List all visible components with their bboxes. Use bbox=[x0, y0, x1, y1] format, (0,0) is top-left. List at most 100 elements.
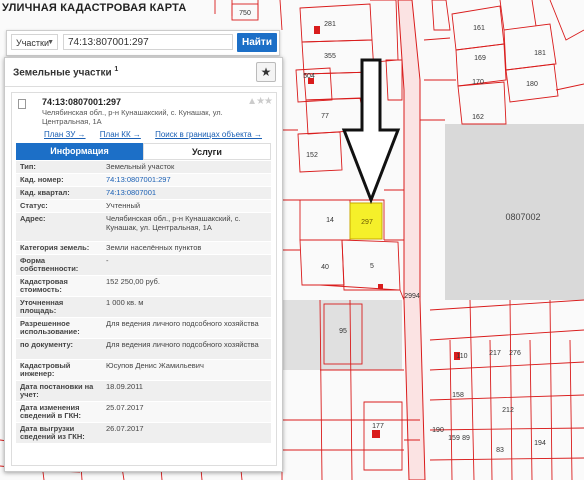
row-key: Кад. номер: bbox=[20, 175, 64, 184]
parcel-label-212: 212 bbox=[502, 407, 514, 414]
table-row: Разрешенное использование: Для ведения ли… bbox=[16, 318, 271, 339]
row-value: 152 250,00 руб. bbox=[106, 277, 160, 286]
row-key: Дата изменения сведений в ГКН: bbox=[20, 403, 82, 420]
link-plan-kk[interactable]: План КК → bbox=[100, 130, 141, 139]
row-value: Земли населённых пунктов bbox=[106, 243, 202, 252]
tab-services[interactable]: Услуги bbox=[143, 143, 271, 160]
row-key: Кадастровый инженер: bbox=[20, 361, 71, 378]
chevron-down-icon: ▼ bbox=[47, 39, 54, 46]
row-key: Категория земель: bbox=[20, 243, 90, 252]
parcel-label-297: 297 bbox=[361, 219, 373, 226]
object-card: 74:13:0807001:297 Челябинская обл., р-н … bbox=[11, 92, 277, 466]
row-key: Дата выгрузки сведений из ГКН: bbox=[20, 424, 85, 441]
parcel-label-161: 161 bbox=[473, 25, 485, 32]
row-value: Юсупов Денис Жамильевич bbox=[106, 361, 204, 370]
object-address: Челябинская обл., р-н Кунашакский, с. Ку… bbox=[42, 108, 223, 126]
row-key: Разрешенное использование: bbox=[20, 319, 80, 336]
parcel-label-190: 190 bbox=[432, 427, 444, 434]
link-plan-zu[interactable]: План ЗУ → bbox=[44, 130, 86, 139]
parcel-label-83: 83 bbox=[496, 447, 504, 454]
parcel-label-750: 750 bbox=[239, 10, 251, 17]
document-icon bbox=[18, 99, 26, 109]
object-number: 74:13:0807001:297 bbox=[42, 97, 122, 107]
row-value: Учтенный bbox=[106, 201, 141, 210]
row-value: Земельный участок bbox=[106, 162, 175, 171]
link-search-in-bounds[interactable]: Поиск в границах объекта → bbox=[155, 130, 262, 139]
parcel-label-159: 159 bbox=[448, 435, 460, 442]
row-value: 1 000 кв. м bbox=[106, 298, 144, 307]
table-row: Кад. номер: 74:13:0807001:297 bbox=[16, 174, 271, 187]
table-row: Кадастровая стоимость: 152 250,00 руб. bbox=[16, 276, 271, 297]
search-bar: Участки ▼ Найти bbox=[6, 30, 280, 56]
table-row: Дата выгрузки сведений из ГКН: 26.07.2017 bbox=[16, 423, 271, 444]
parcel-label-276: 276 bbox=[509, 350, 521, 357]
parcel-label-504: 504 bbox=[303, 73, 315, 80]
star-icon: ★ bbox=[260, 65, 272, 79]
parcel-label-355: 355 bbox=[324, 53, 336, 60]
table-row: по документу: Для ведения личного подсобн… bbox=[16, 339, 271, 360]
row-key: Уточненная площадь: bbox=[20, 298, 64, 315]
parcel-label-110: 110 bbox=[456, 353, 467, 360]
panel-header: Земельные участки 1 ★ bbox=[5, 58, 282, 87]
parcel-label-177: 177 bbox=[372, 423, 384, 430]
row-key: Адрес: bbox=[20, 214, 46, 223]
parcel-label-152: 152 bbox=[306, 152, 318, 159]
parcel-label-0807002: 0807002 bbox=[505, 212, 540, 222]
panel-title: Земельные участки 1 bbox=[13, 66, 118, 78]
row-key: Кадастровая стоимость: bbox=[20, 277, 68, 294]
attribute-table: Тип: Земельный участок Кад. номер: 74:13:0… bbox=[16, 161, 271, 444]
row-value: 25.07.2017 bbox=[106, 403, 144, 412]
parcel-label-181: 181 bbox=[534, 50, 546, 57]
parcel-label-158: 158 bbox=[452, 392, 464, 399]
table-row: Тип: Земельный участок bbox=[16, 161, 271, 174]
row-key: по документу: bbox=[20, 340, 74, 349]
parcel-label-281: 281 bbox=[324, 21, 336, 28]
table-row: Форма собственности: - bbox=[16, 255, 271, 276]
parcel-label-162: 162 bbox=[472, 114, 484, 121]
rating-stars-icon[interactable]: ▲★★ bbox=[247, 96, 273, 107]
table-row: Адрес: Челябинская обл., р-н Кунашакский,… bbox=[16, 213, 271, 242]
panel-title-count: 1 bbox=[114, 66, 119, 73]
row-value: 26.07.2017 bbox=[106, 424, 144, 433]
favorite-button[interactable]: ★ bbox=[256, 62, 276, 82]
search-input[interactable] bbox=[63, 34, 233, 50]
table-row: Категория земель: Земли населённых пункто… bbox=[16, 242, 271, 255]
results-panel: Земельные участки 1 ★ 74:13:0807001:297 … bbox=[4, 57, 283, 472]
row-key: Кад. квартал: bbox=[20, 188, 70, 197]
parcel-label-217: 217 bbox=[489, 350, 501, 357]
row-key: Форма собственности: bbox=[20, 256, 79, 273]
row-key: Дата постановки на учет: bbox=[20, 382, 94, 399]
table-row: Уточненная площадь: 1 000 кв. м bbox=[16, 297, 271, 318]
search-mode-label: Участки bbox=[16, 38, 49, 48]
parcel-label-40: 40 bbox=[321, 264, 329, 271]
parcel-label-14: 14 bbox=[326, 217, 334, 224]
parcel-label-194: 194 bbox=[534, 440, 546, 447]
parcel-label-95: 95 bbox=[339, 328, 347, 335]
row-value: 18.09.2011 bbox=[106, 382, 143, 391]
map-title: УЛИЧНАЯ КАДАСТРОВАЯ КАРТА bbox=[2, 2, 187, 14]
cadastral-number-link[interactable]: 74:13:0807001:297 bbox=[106, 175, 266, 185]
search-mode-select[interactable]: Участки ▼ bbox=[11, 34, 58, 50]
parcel-label-180: 180 bbox=[526, 81, 538, 88]
table-row: Кад. квартал: 74:13:0807001 bbox=[16, 187, 271, 200]
cadastral-quarter-link[interactable]: 74:13:0807001 bbox=[106, 188, 266, 198]
parcel-label-170: 170 bbox=[472, 79, 484, 86]
row-key: Статус: bbox=[20, 201, 48, 210]
search-button[interactable]: Найти bbox=[237, 33, 277, 52]
parcel-label-2994: 2994 bbox=[404, 293, 420, 300]
parcel-label-89: 89 bbox=[462, 435, 470, 442]
row-value: Для ведения личного подсобного хозяйства bbox=[106, 319, 259, 328]
table-row: Дата изменения сведений в ГКН: 25.07.2017 bbox=[16, 402, 271, 423]
row-value: - bbox=[106, 256, 109, 265]
table-row: Статус: Учтенный bbox=[16, 200, 271, 213]
tab-information[interactable]: Информация bbox=[16, 143, 143, 160]
table-row: Дата постановки на учет: 18.09.2011 bbox=[16, 381, 271, 402]
row-value: Для ведения личного подсобного хозяйства bbox=[106, 340, 259, 349]
object-links: План ЗУ → План КК → Поиск в границах объ… bbox=[44, 130, 276, 139]
parcel-label-169: 169 bbox=[474, 55, 486, 62]
row-value: Челябинская обл., р-н Кунашакский, с. Ку… bbox=[106, 214, 241, 232]
parcel-label-77: 77 bbox=[321, 113, 329, 120]
info-tabs: Информация Услуги bbox=[16, 143, 271, 160]
parcel-label-5: 5 bbox=[370, 263, 374, 270]
panel-title-text: Земельные участки bbox=[13, 67, 112, 79]
